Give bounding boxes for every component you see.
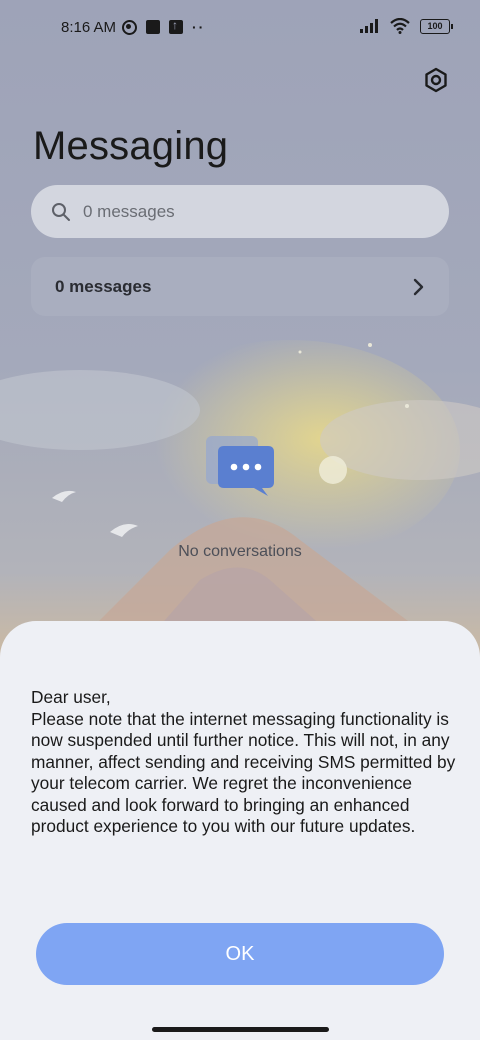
notice-body: Please note that the internet messaging … [31, 708, 456, 837]
ok-button[interactable]: OK [36, 923, 444, 985]
settings-hexagon-icon [425, 67, 447, 93]
search-bar[interactable]: 0 messages [31, 185, 449, 238]
notice-greeting: Dear user, [31, 687, 111, 707]
chevron-right-icon [413, 278, 424, 295]
status-system-icons: 100 [360, 18, 453, 34]
more-dots-icon: ·· [192, 19, 206, 35]
empty-state-text: No conversations [178, 543, 302, 560]
chat-bubble-icon [206, 436, 274, 496]
square-notification-icon [146, 20, 160, 34]
page-title: Messaging [33, 124, 229, 168]
vpn-icon [122, 19, 137, 35]
messages-row-label: 0 messages [55, 276, 152, 296]
home-indicator[interactable] [152, 1027, 329, 1032]
signal-icon [360, 19, 378, 33]
battery-icon: 100 [420, 18, 453, 34]
status-notification-icons: ·· [122, 18, 206, 35]
upload-icon [169, 18, 183, 34]
notice-dialog: Dear user, Please note that the internet… [0, 621, 480, 1040]
settings-button[interactable] [420, 64, 452, 96]
notice-message: Dear user, Please note that the internet… [31, 687, 461, 838]
status-bar: 8:16 AM ·· 100 [0, 0, 480, 56]
messages-row[interactable]: 0 messages [31, 257, 449, 316]
wifi-icon [390, 18, 410, 34]
status-time: 8:16 AM [61, 19, 117, 36]
search-icon [52, 202, 70, 221]
search-placeholder: 0 messages [83, 201, 175, 221]
